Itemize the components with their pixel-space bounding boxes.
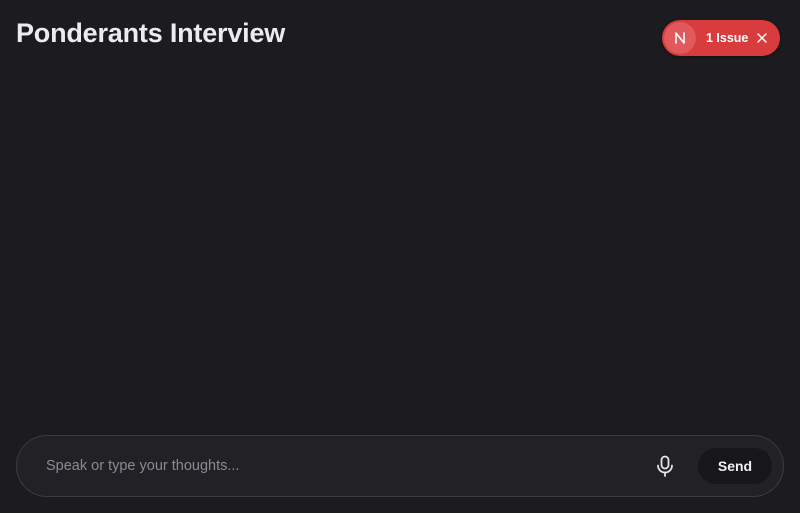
close-icon[interactable]	[756, 32, 768, 44]
issues-badge[interactable]: 1 Issue	[662, 20, 780, 56]
message-input[interactable]	[46, 451, 626, 481]
nextjs-logo-icon[interactable]	[664, 22, 696, 54]
send-button[interactable]: Send	[698, 448, 772, 484]
microphone-icon[interactable]	[652, 453, 678, 479]
page-title: Ponderants Interview	[16, 18, 286, 48]
issue-count-label[interactable]: 1 Issue	[706, 20, 748, 56]
message-composer: Send	[16, 435, 784, 497]
